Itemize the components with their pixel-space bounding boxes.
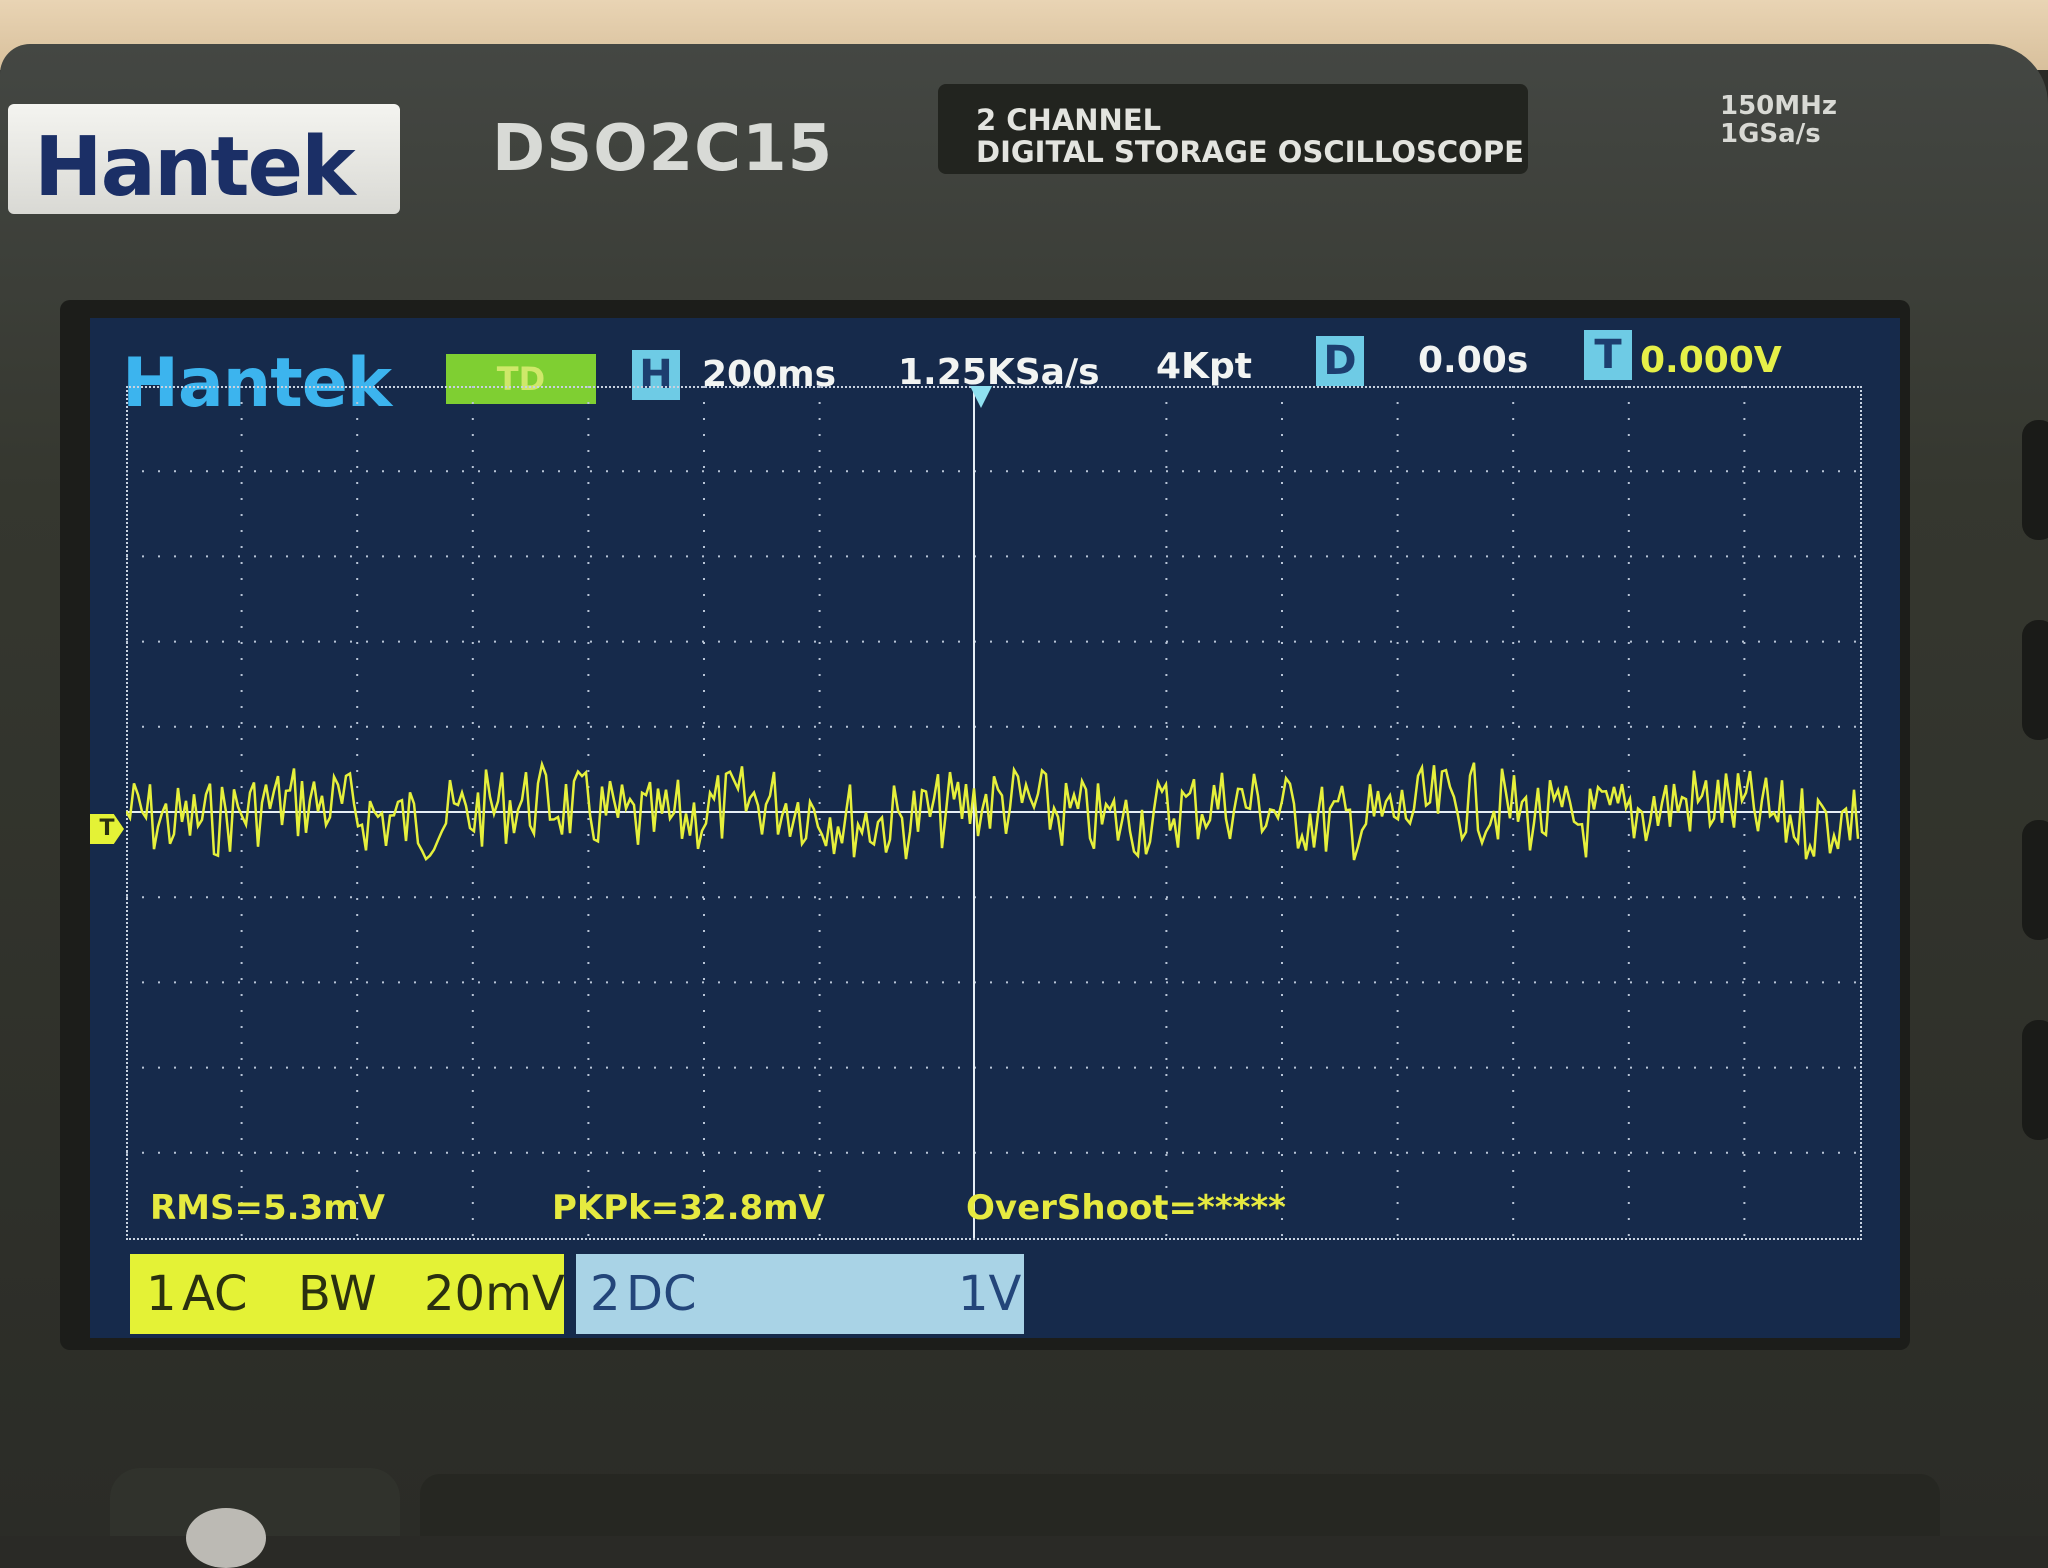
pkpk-measurement: PKPk=32.8mV [552,1188,825,1228]
side-button-2[interactable] [2022,620,2048,740]
ch2-number: 2 [590,1266,621,1322]
ch1-bandwidth-limit: BW [298,1266,377,1322]
ch1-number: 1 [146,1266,177,1322]
trigger-icon: T [1584,330,1632,380]
ch2-coupling: DC [626,1266,697,1322]
delay-icon: D [1316,336,1364,386]
ch1-scale: 20mV [424,1266,565,1322]
side-button-1[interactable] [2022,420,2048,540]
waveform-display [126,386,1860,1238]
ch1-status-bar[interactable]: 1 AC BW 20mV [130,1254,565,1334]
side-button-4[interactable] [2022,1020,2048,1140]
model-label: DSO2C15 [492,112,834,186]
trigger-level-value: 0.000V [1640,340,1782,381]
overshoot-measurement: OverShoot=***** [966,1188,1286,1228]
rms-measurement: RMS=5.3mV [150,1188,385,1228]
memory-depth-value: 4Kpt [1156,346,1252,387]
description-label: 2 CHANNEL DIGITAL STORAGE OSCILLOSCOPE [976,104,1524,168]
description-line-2: DIGITAL STORAGE OSCILLOSCOPE [976,135,1524,169]
sample-rate-spec: 1GSa/s [1720,119,1821,149]
side-button-3[interactable] [2022,820,2048,940]
ch1-coupling: AC [182,1266,248,1322]
spec-label: 150MHz 1GSa/s [1720,92,1837,148]
lower-panel [420,1474,1940,1536]
graticule-lines [126,386,1860,1238]
brand-logo: Hantek [34,120,356,215]
control-knob[interactable] [186,1508,266,1568]
bandwidth-spec: 150MHz [1720,91,1838,121]
delay-value: 0.00s [1418,340,1529,381]
description-line-1: 2 CHANNEL [976,103,1162,137]
ch2-status-bar[interactable]: 2 DC 1V [576,1254,1024,1334]
ch2-scale: 1V [958,1266,1022,1322]
